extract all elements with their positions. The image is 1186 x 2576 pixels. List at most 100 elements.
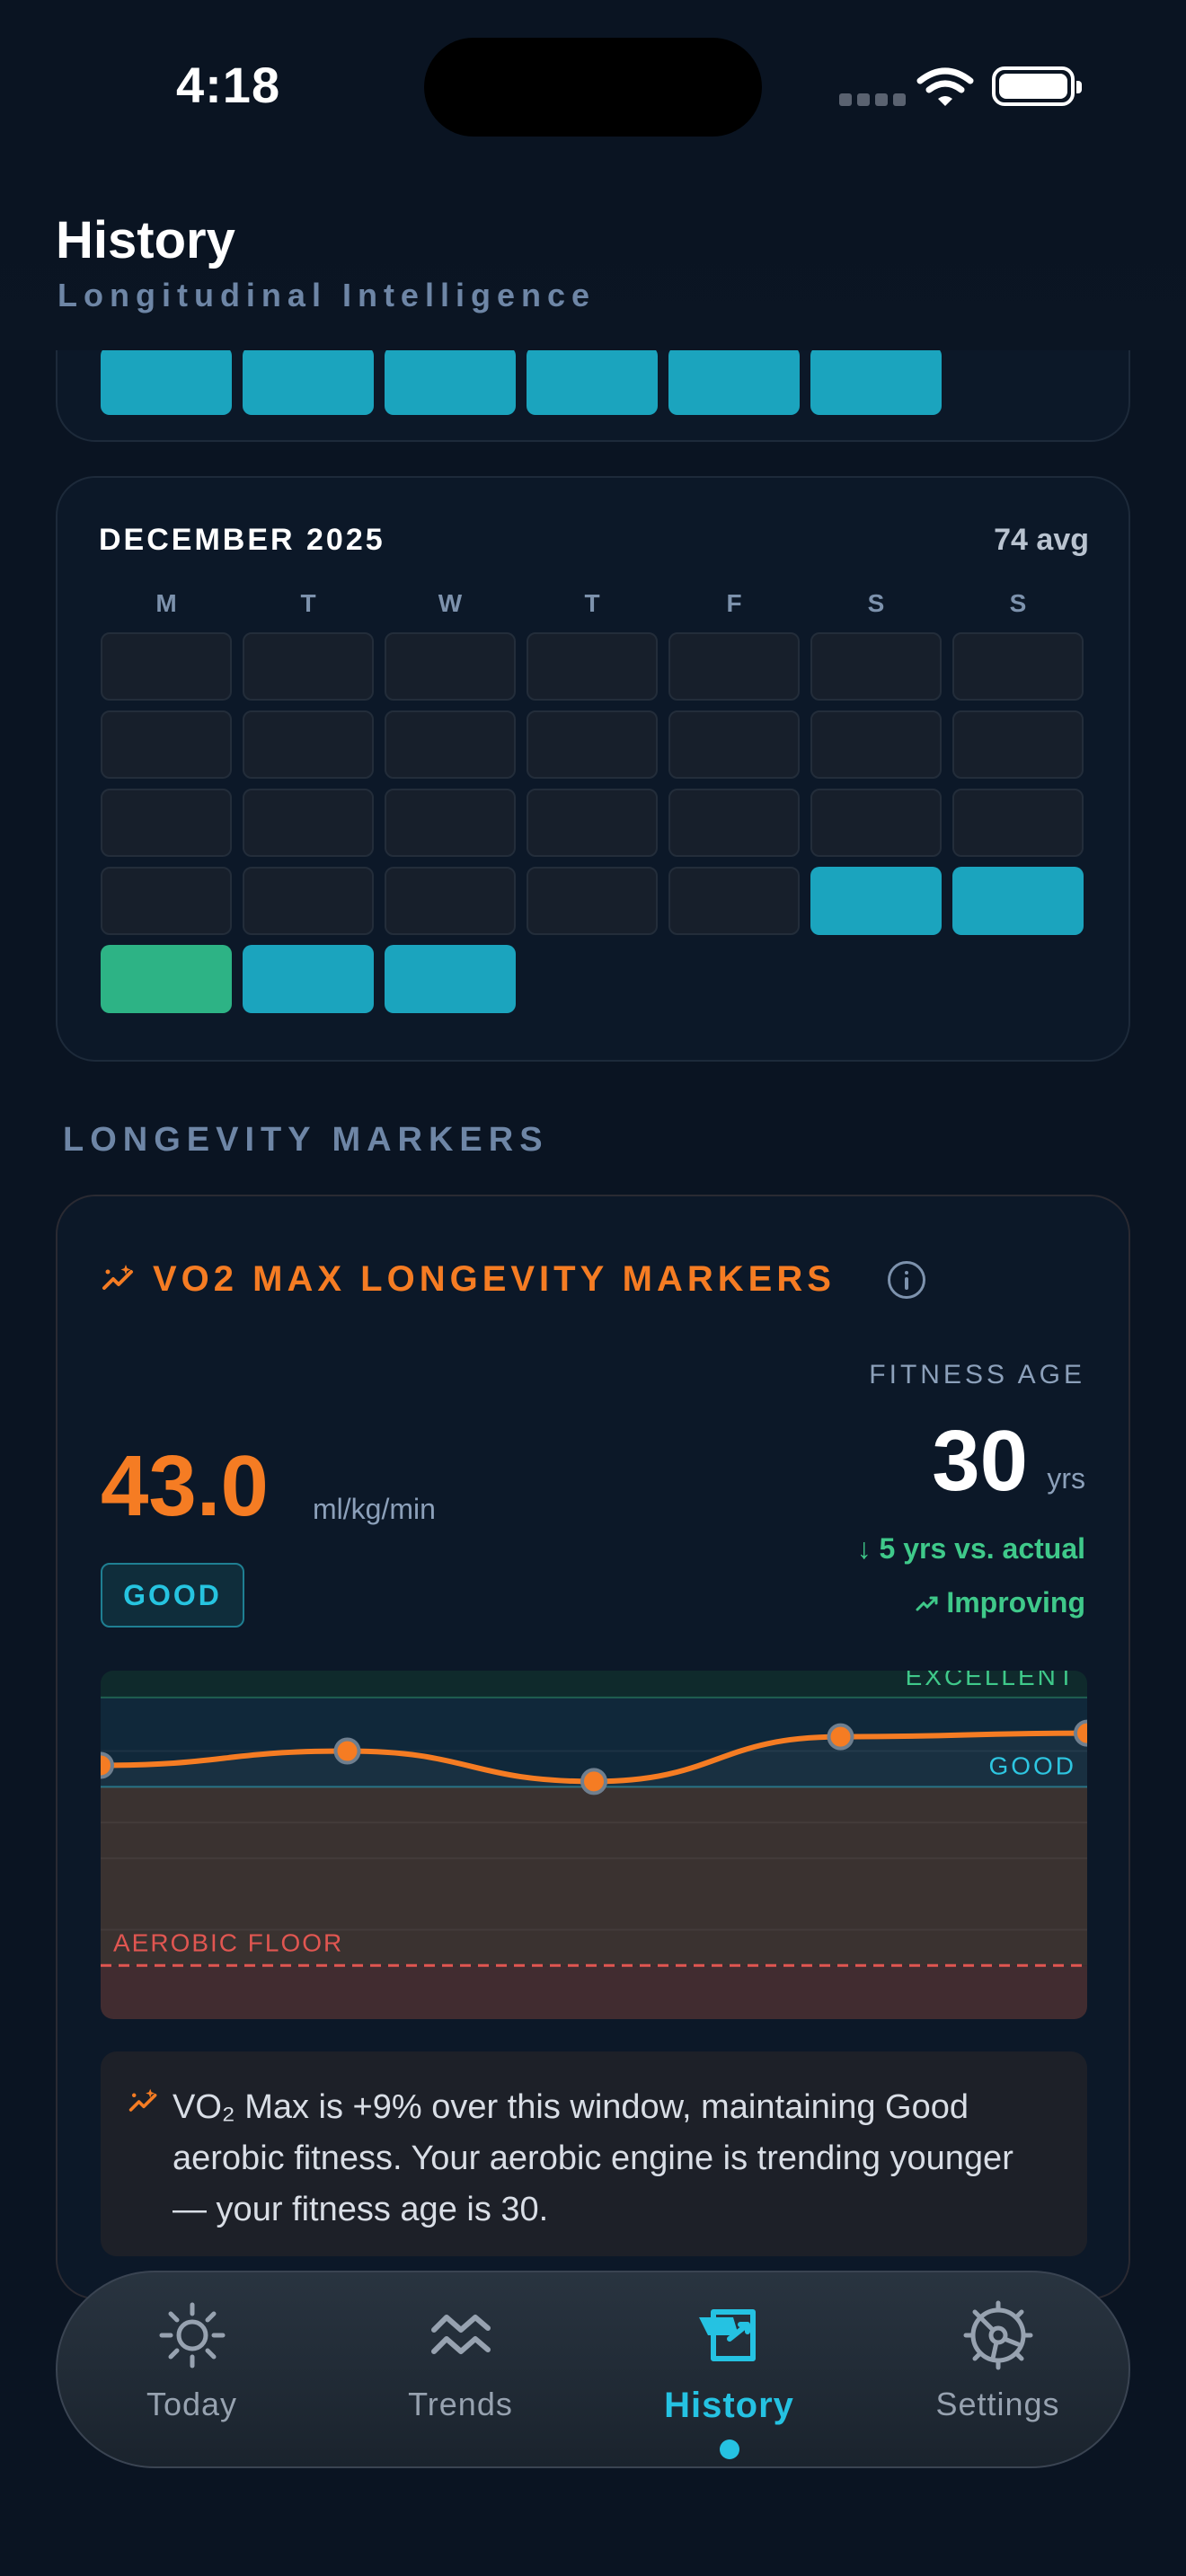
data-point xyxy=(1074,1719,1087,1747)
calendar-row xyxy=(101,347,942,415)
weekday-label: S xyxy=(1009,589,1027,617)
data-point xyxy=(580,1768,607,1795)
calendar-day[interactable] xyxy=(243,945,374,1013)
calendar-day[interactable] xyxy=(101,867,232,935)
calendar-day[interactable] xyxy=(385,867,516,935)
calendar-day[interactable] xyxy=(527,867,658,935)
page-header: History Longitudinal Intelligence xyxy=(0,171,1186,350)
calendar-day[interactable] xyxy=(101,632,232,701)
tab-bar: Today Trends History Settings xyxy=(56,2271,1130,2468)
month-calendar-card[interactable]: DECEMBER 2025 74 avg M T W T F S S xyxy=(56,476,1130,1062)
calendar-day[interactable] xyxy=(101,710,232,779)
tab-label: Settings xyxy=(935,2386,1060,2422)
calendar-day[interactable] xyxy=(668,632,800,701)
calendar-day[interactable] xyxy=(385,710,516,779)
calendar-day[interactable] xyxy=(385,347,516,415)
page-subtitle: Longitudinal Intelligence xyxy=(58,277,597,313)
month-average: 74 avg xyxy=(994,523,1089,557)
calendar-day[interactable] xyxy=(527,347,658,415)
sparkle-trend-icon xyxy=(128,2088,157,2112)
data-point xyxy=(827,1723,854,1751)
calendar-day[interactable] xyxy=(243,632,374,701)
fitness-age-unit: yrs xyxy=(1047,1462,1085,1495)
card-title: VO2 MAX LONGEVITY MARKERS xyxy=(153,1259,836,1299)
active-tab-indicator xyxy=(719,2439,739,2459)
calendar-day[interactable] xyxy=(385,945,516,1013)
fitness-age-delta: ↓ 5 yrs vs. actual xyxy=(856,1532,1085,1565)
tab-label: History xyxy=(664,2386,794,2425)
calendar-day[interactable] xyxy=(243,710,374,779)
dynamic-island xyxy=(424,38,762,137)
tab-label: Trends xyxy=(408,2386,513,2422)
tab-history[interactable]: History xyxy=(595,2272,863,2470)
calendar-day[interactable] xyxy=(952,867,1084,935)
calendar-day[interactable] xyxy=(952,789,1084,857)
weekday-label: T xyxy=(584,589,600,617)
calendar-week xyxy=(101,789,1084,857)
weekday-label: F xyxy=(726,589,742,617)
data-point xyxy=(333,1737,361,1765)
calendar-day[interactable] xyxy=(243,347,374,415)
data-point xyxy=(101,1751,114,1779)
insight-box: VO₂ Max is +9% over this window, maintai… xyxy=(101,2051,1087,2256)
calendar-spacer xyxy=(527,945,658,1013)
trend-up-icon xyxy=(916,1596,938,1610)
calendar-day[interactable] xyxy=(527,632,658,701)
tab-settings[interactable]: Settings xyxy=(863,2272,1132,2470)
calendar-day[interactable] xyxy=(810,867,942,935)
calendar-day[interactable] xyxy=(101,945,232,1013)
calendar-day[interactable] xyxy=(668,347,800,415)
screen: 4:18 History Longitudinal Intelligence D… xyxy=(0,0,1186,2576)
excellent-label: EXCELLENT xyxy=(906,1671,1076,1690)
calendar-day[interactable] xyxy=(668,710,800,779)
vo2-unit: ml/kg/min xyxy=(313,1493,436,1525)
section-label: LONGEVITY MARKERS xyxy=(63,1121,549,1159)
sun-icon xyxy=(159,2302,225,2369)
battery-icon xyxy=(992,66,1082,106)
vo2-max-card[interactable]: VO2 MAX LONGEVITY MARKERS FITNESS AGE 30… xyxy=(56,1195,1130,2299)
calendar-day[interactable] xyxy=(527,789,658,857)
calendar-day[interactable] xyxy=(952,710,1084,779)
history-icon xyxy=(698,2309,756,2361)
calendar-week xyxy=(101,867,1084,935)
calendar-spacer xyxy=(810,945,942,1013)
fitness-age-value: 30 xyxy=(932,1413,1028,1509)
calendar-day[interactable] xyxy=(668,867,800,935)
calendar-day[interactable] xyxy=(101,347,232,415)
calendar-spacer xyxy=(668,945,800,1013)
calendar-day[interactable] xyxy=(385,789,516,857)
calendar-day[interactable] xyxy=(810,710,942,779)
calendar-day[interactable] xyxy=(810,347,942,415)
vo2-chart-svg: EXCELLENTGOODAEROBIC FLOOR xyxy=(101,1671,1087,2019)
tab-trends[interactable]: Trends xyxy=(326,2272,595,2470)
calendar-spacer xyxy=(952,945,1084,1013)
cellular-signal-icon xyxy=(839,93,906,106)
calendar-day[interactable] xyxy=(810,789,942,857)
status-time: 4:18 xyxy=(176,57,281,113)
info-icon[interactable] xyxy=(888,1261,925,1299)
calendar-day[interactable] xyxy=(810,632,942,701)
calendar-day[interactable] xyxy=(101,789,232,857)
calendar-day[interactable] xyxy=(243,867,374,935)
weekday-label: W xyxy=(438,589,463,617)
gear-icon xyxy=(963,2300,1032,2370)
page-title: History xyxy=(56,211,235,269)
calendar-day[interactable] xyxy=(668,789,800,857)
calendar-day[interactable] xyxy=(385,632,516,701)
vo2-chart: EXCELLENT GOOD AEROBIC FLOOR xyxy=(101,1671,1087,2019)
calendar-day[interactable] xyxy=(243,789,374,857)
calendar-week xyxy=(101,710,1084,779)
fitness-age-label: FITNESS AGE xyxy=(869,1360,1085,1389)
vo2-value: 43.0 xyxy=(101,1438,269,1534)
status-badge: GOOD xyxy=(101,1563,244,1628)
month-title: DECEMBER 2025 xyxy=(99,523,385,557)
sparkle-trend-icon xyxy=(102,1265,133,1290)
calendar-week xyxy=(101,632,1084,701)
tab-today[interactable]: Today xyxy=(58,2272,326,2470)
wifi-icon xyxy=(916,67,974,106)
calendar-week xyxy=(101,945,1084,1013)
weekday-label: M xyxy=(155,589,177,617)
weekday-label: T xyxy=(300,589,316,617)
calendar-day[interactable] xyxy=(952,632,1084,701)
calendar-day[interactable] xyxy=(527,710,658,779)
